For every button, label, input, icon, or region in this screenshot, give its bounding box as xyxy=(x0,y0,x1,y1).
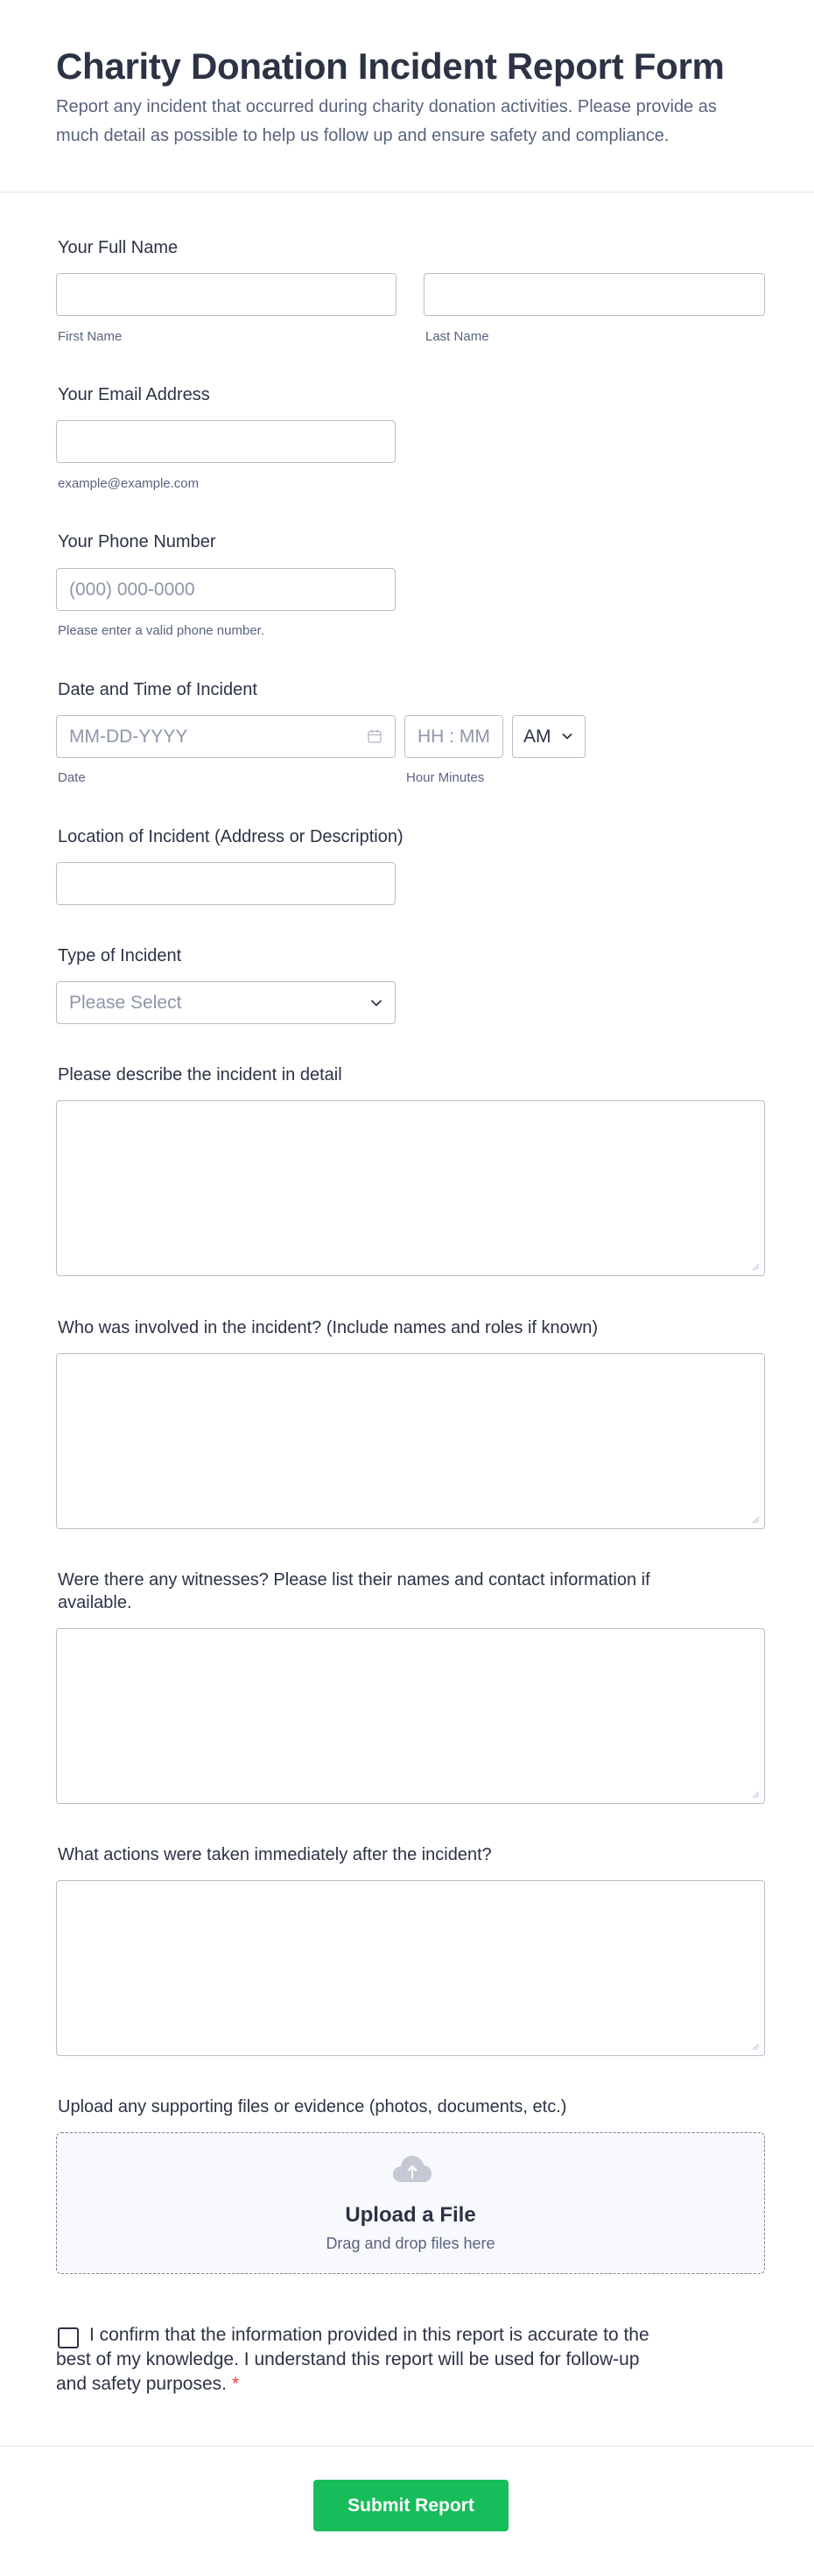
cloud-upload-icon xyxy=(393,2156,432,2182)
email-sublabel: example@example.com xyxy=(58,476,200,491)
form-subtitle: Report any incident that occurred during… xyxy=(56,97,717,145)
first-name-sublabel: First Name xyxy=(58,329,123,344)
chevron-down-icon xyxy=(370,1000,382,1007)
incident-type-placeholder: Please Select xyxy=(69,992,182,1013)
resize-handle-icon[interactable] xyxy=(752,2043,760,2051)
incident-type-label: Type of Incident xyxy=(58,946,182,965)
date-placeholder: MM-DD-YYYY xyxy=(69,726,188,747)
upload-subtitle: Drag and drop files here xyxy=(326,2235,495,2252)
date-sublabel: Date xyxy=(58,770,86,785)
describe-textarea[interactable] xyxy=(56,1100,765,1276)
resize-handle-icon[interactable] xyxy=(752,1791,760,1799)
phone-sublabel: Please enter a valid phone number. xyxy=(58,623,264,638)
ampm-select[interactable]: AM xyxy=(512,715,586,758)
witnesses-label: Were there any witnesses? Please list th… xyxy=(58,1570,650,1612)
email-label: Your Email Address xyxy=(58,385,210,404)
email-input[interactable] xyxy=(56,420,396,463)
location-input[interactable] xyxy=(56,862,396,905)
phone-label: Your Phone Number xyxy=(58,532,216,551)
datetime-label: Date and Time of Incident xyxy=(58,680,257,699)
incident-type-select[interactable]: Please Select xyxy=(56,981,396,1024)
phone-placeholder: (000) 000-0000 xyxy=(69,579,195,600)
describe-label: Please describe the incident in detail xyxy=(58,1065,342,1084)
last-name-sublabel: Last Name xyxy=(425,329,489,344)
file-upload-dropzone[interactable]: Upload a File Drag and drop files here xyxy=(56,2132,765,2274)
actions-label: What actions were taken immediately afte… xyxy=(58,1845,492,1864)
form-header: Charity Donation Incident Report Form Re… xyxy=(0,0,814,193)
first-name-input[interactable] xyxy=(56,273,396,316)
full-name-label: Your Full Name xyxy=(58,238,179,257)
date-input[interactable]: MM-DD-YYYY xyxy=(56,715,396,758)
form-title: Charity Donation Incident Report Form xyxy=(56,46,725,87)
resize-handle-icon[interactable] xyxy=(752,1263,760,1271)
calendar-icon[interactable] xyxy=(367,728,382,744)
involved-label: Who was involved in the incident? (Inclu… xyxy=(58,1318,598,1337)
resize-handle-icon[interactable] xyxy=(752,1516,760,1524)
involved-textarea[interactable] xyxy=(56,1353,765,1529)
phone-input[interactable]: (000) 000-0000 xyxy=(56,568,396,611)
last-name-input[interactable] xyxy=(424,273,765,316)
witnesses-textarea[interactable] xyxy=(56,1628,765,1804)
upload-title: Upload a File xyxy=(345,2203,476,2227)
location-label: Location of Incident (Address or Descrip… xyxy=(58,827,403,846)
chevron-down-icon xyxy=(562,733,572,740)
time-sublabel: Hour Minutes xyxy=(406,770,485,785)
time-placeholder: HH : MM xyxy=(418,726,490,747)
actions-textarea[interactable] xyxy=(56,1880,765,2056)
required-mark: * xyxy=(231,2374,240,2394)
upload-label: Upload any supporting files or evidence … xyxy=(58,2097,567,2116)
submit-button[interactable]: Submit Report xyxy=(313,2480,509,2531)
ampm-value: AM xyxy=(523,726,551,747)
confirm-text: I confirm that the information provided … xyxy=(56,2323,669,2397)
confirm-label: I confirm that the information provided … xyxy=(56,2325,649,2394)
time-input[interactable]: HH : MM xyxy=(404,715,503,758)
